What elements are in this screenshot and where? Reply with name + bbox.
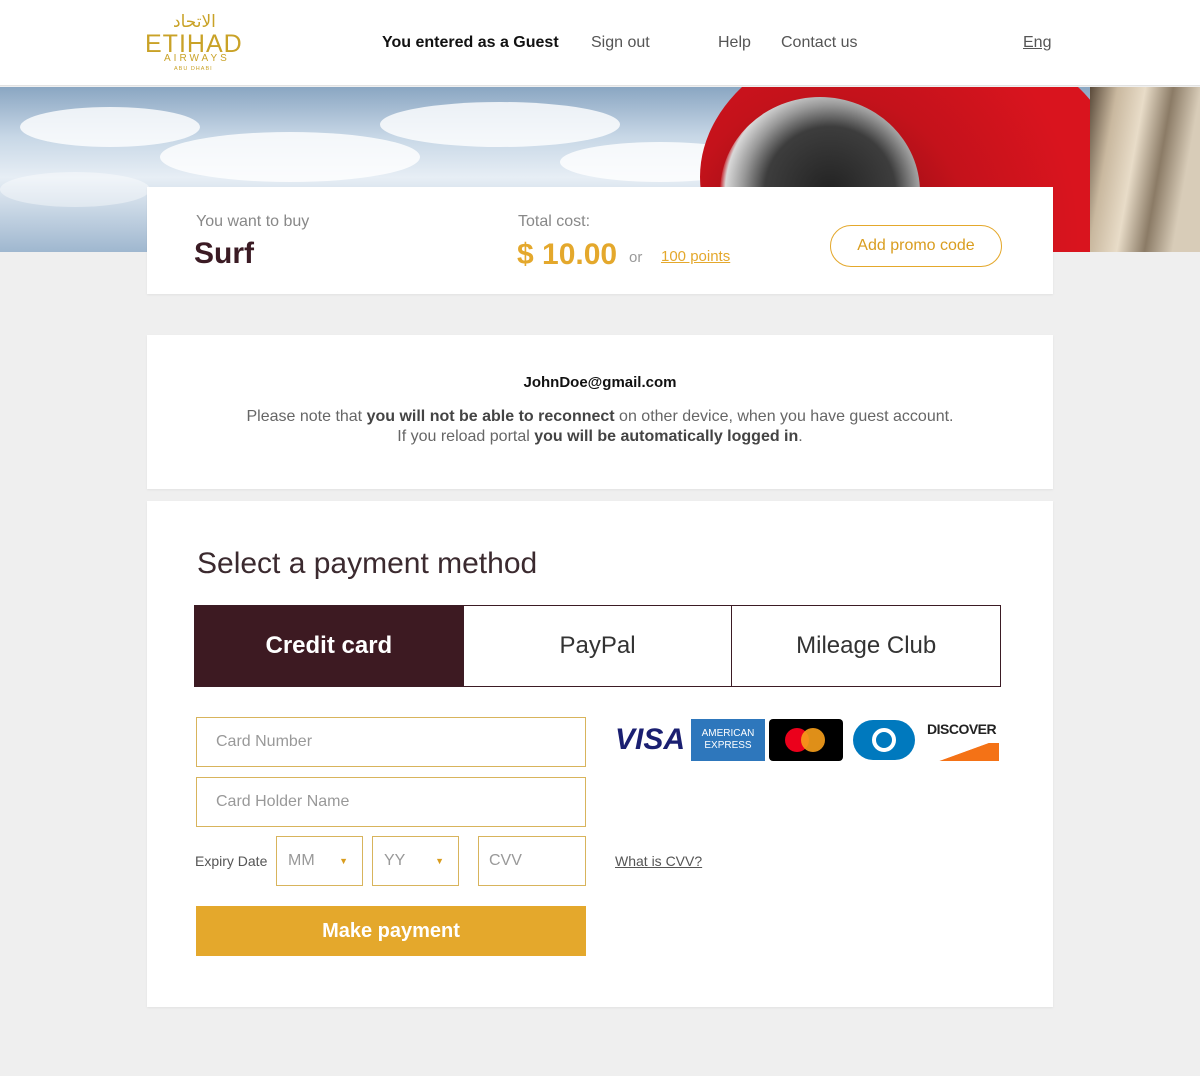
payment-method-tabs: Credit card PayPal Mileage Club xyxy=(194,605,1001,687)
contact-us-link[interactable]: Contact us xyxy=(781,34,857,52)
payment-method-card: Select a payment method Credit card PayP… xyxy=(147,501,1053,1007)
sign-out-link[interactable]: Sign out xyxy=(591,34,650,52)
or-separator: or xyxy=(629,249,643,266)
expiry-year-select[interactable]: YY ▼ xyxy=(372,836,459,886)
notice-text: on other device, when you have guest acc… xyxy=(614,408,954,425)
logo-city: ABU DHABI xyxy=(174,66,213,72)
user-email: JohnDoe@gmail.com xyxy=(523,374,677,391)
dropdown-arrow-icon: ▼ xyxy=(435,856,444,866)
visa-logo-icon: VISA xyxy=(613,719,687,761)
notice-text: Please note that xyxy=(246,408,367,425)
pay-with-points-link[interactable]: 100 points xyxy=(661,248,730,265)
logo-sub: AIRWAYS xyxy=(164,53,230,64)
help-link[interactable]: Help xyxy=(718,34,751,52)
notice-line-2: If you reload portal you will be automat… xyxy=(147,428,1053,446)
expiry-month-value: MM xyxy=(288,852,315,869)
visa-logo-text: VISA xyxy=(614,723,686,756)
tab-mileage-club[interactable]: Mileage Club xyxy=(731,606,1001,686)
product-summary-card: You want to buy Surf Total cost: $ 10.00… xyxy=(147,187,1053,294)
card-holder-name-input[interactable]: Card Holder Name xyxy=(196,777,586,827)
product-name: Surf xyxy=(194,237,254,270)
tab-credit-card[interactable]: Credit card xyxy=(195,606,463,686)
dropdown-arrow-icon: ▼ xyxy=(339,856,348,866)
notice-text: . xyxy=(798,428,803,445)
total-price: $ 10.00 xyxy=(517,238,618,271)
add-promo-code-button[interactable]: Add promo code xyxy=(830,225,1002,267)
logo-arabic-text: الاتحاد xyxy=(173,12,216,32)
notice-emphasis: you will not be able to reconnect xyxy=(366,408,615,425)
etihad-logo[interactable]: الاتحاد ETIHAD AIRWAYS ABU DHABI xyxy=(145,12,250,76)
what-is-cvv-link[interactable]: What is CVV? xyxy=(615,853,702,869)
make-payment-button[interactable]: Make payment xyxy=(196,906,586,956)
card-number-input[interactable]: Card Number xyxy=(196,717,586,767)
cvv-input[interactable]: CVV xyxy=(478,836,586,886)
expiry-month-select[interactable]: MM ▼ xyxy=(276,836,363,886)
discover-logo-text: DISCOVER xyxy=(927,721,997,737)
window-frame-graphic xyxy=(1090,87,1200,252)
guest-notice-card: JohnDoe@gmail.com Please note that you w… xyxy=(147,335,1053,489)
amex-logo-icon: AMERICAN EXPRESS xyxy=(691,719,765,761)
language-selector[interactable]: Eng xyxy=(1023,34,1051,52)
mastercard-logo-icon xyxy=(769,719,843,761)
accepted-cards-logos: VISA AMERICAN EXPRESS DISCOVER xyxy=(613,719,999,761)
amex-logo-text: AMERICAN EXPRESS xyxy=(701,728,755,751)
notice-emphasis: you will be automatically logged in xyxy=(534,428,799,445)
guest-status-text: You entered as a Guest xyxy=(382,34,559,51)
diners-club-logo-icon xyxy=(847,719,921,761)
product-label: You want to buy xyxy=(196,213,310,230)
top-header: الاتحاد ETIHAD AIRWAYS ABU DHABI You ent… xyxy=(0,0,1200,86)
expiry-year-value: YY xyxy=(384,852,406,869)
total-cost-label: Total cost: xyxy=(518,213,591,230)
payment-section-title: Select a payment method xyxy=(197,547,538,580)
expiry-date-label: Expiry Date xyxy=(195,853,268,869)
notice-text: If you reload portal xyxy=(397,428,535,445)
notice-line-1: Please note that you will not be able to… xyxy=(147,408,1053,426)
discover-logo-icon: DISCOVER xyxy=(925,719,999,761)
tab-paypal[interactable]: PayPal xyxy=(462,606,732,686)
